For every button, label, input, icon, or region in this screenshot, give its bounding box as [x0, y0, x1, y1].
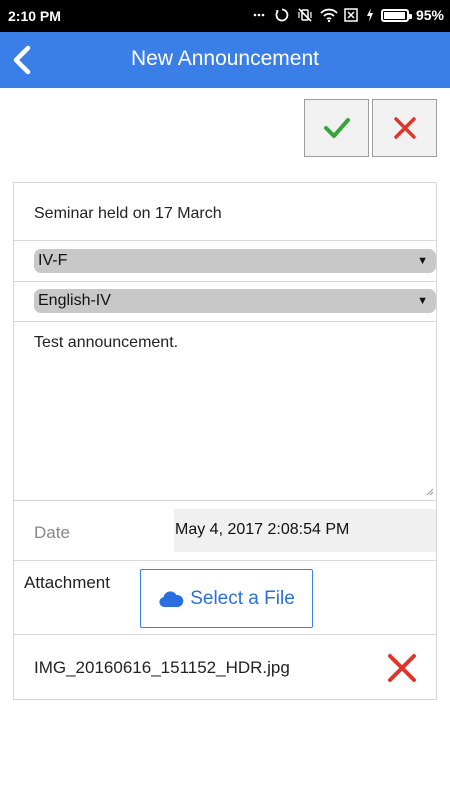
vibrate-off-icon	[297, 7, 313, 23]
status-icons: 95%	[251, 7, 444, 23]
cancel-button[interactable]	[372, 99, 437, 157]
sync-icon	[274, 7, 290, 23]
date-row: Date May 4, 2017 2:08:54 PM	[14, 501, 436, 561]
resize-grip-icon[interactable]	[425, 487, 434, 496]
cloud-icon	[159, 590, 184, 607]
status-bar: 2:10 PM 95%	[0, 0, 450, 32]
class-select-row: IV-F ▼	[14, 241, 436, 282]
dropdown-arrow-icon: ▼	[417, 255, 428, 267]
status-time: 2:10 PM	[8, 8, 61, 24]
confirm-button[interactable]	[304, 99, 369, 157]
attachment-label: Attachment	[24, 573, 110, 592]
class-select[interactable]: IV-F ▼	[34, 249, 436, 273]
subject-select-value: English-IV	[38, 292, 111, 309]
attached-file-row: IMG_20160616_151152_HDR.jpg	[14, 635, 436, 699]
silent-mode-icon	[251, 7, 267, 23]
battery-percent: 95%	[415, 7, 444, 23]
dropdown-arrow-icon: ▼	[417, 295, 428, 307]
class-select-value: IV-F	[38, 252, 68, 269]
attachment-row: Attachment Select a File	[14, 561, 436, 635]
close-icon	[393, 117, 416, 139]
app-bar: New Announcement	[0, 32, 450, 88]
charging-icon	[366, 7, 374, 23]
subject-text: Seminar held on 17 March	[34, 205, 222, 222]
page-title: New Announcement	[131, 47, 319, 70]
subject-select[interactable]: English-IV ▼	[34, 289, 436, 313]
select-file-button[interactable]: Select a File	[140, 569, 313, 628]
battery-icon	[380, 8, 412, 22]
subject-select-row: English-IV ▼	[14, 282, 436, 322]
select-file-label: Select a File	[190, 587, 295, 609]
message-textarea[interactable]: Test announcement.	[14, 322, 436, 501]
remove-file-button[interactable]	[386, 652, 418, 684]
date-label: Date	[34, 523, 70, 542]
checkmark-icon	[323, 118, 350, 138]
message-text: Test announcement.	[34, 334, 179, 351]
attached-file-name: IMG_20160616_151152_HDR.jpg	[34, 658, 290, 677]
subject-field[interactable]: Seminar held on 17 March	[14, 183, 436, 241]
announcement-form: Seminar held on 17 March IV-F ▼ English-…	[13, 182, 437, 700]
wifi-icon	[320, 7, 338, 23]
date-field[interactable]: May 4, 2017 2:08:54 PM	[174, 509, 436, 552]
sim-disabled-icon	[343, 7, 359, 23]
close-icon	[388, 654, 416, 682]
